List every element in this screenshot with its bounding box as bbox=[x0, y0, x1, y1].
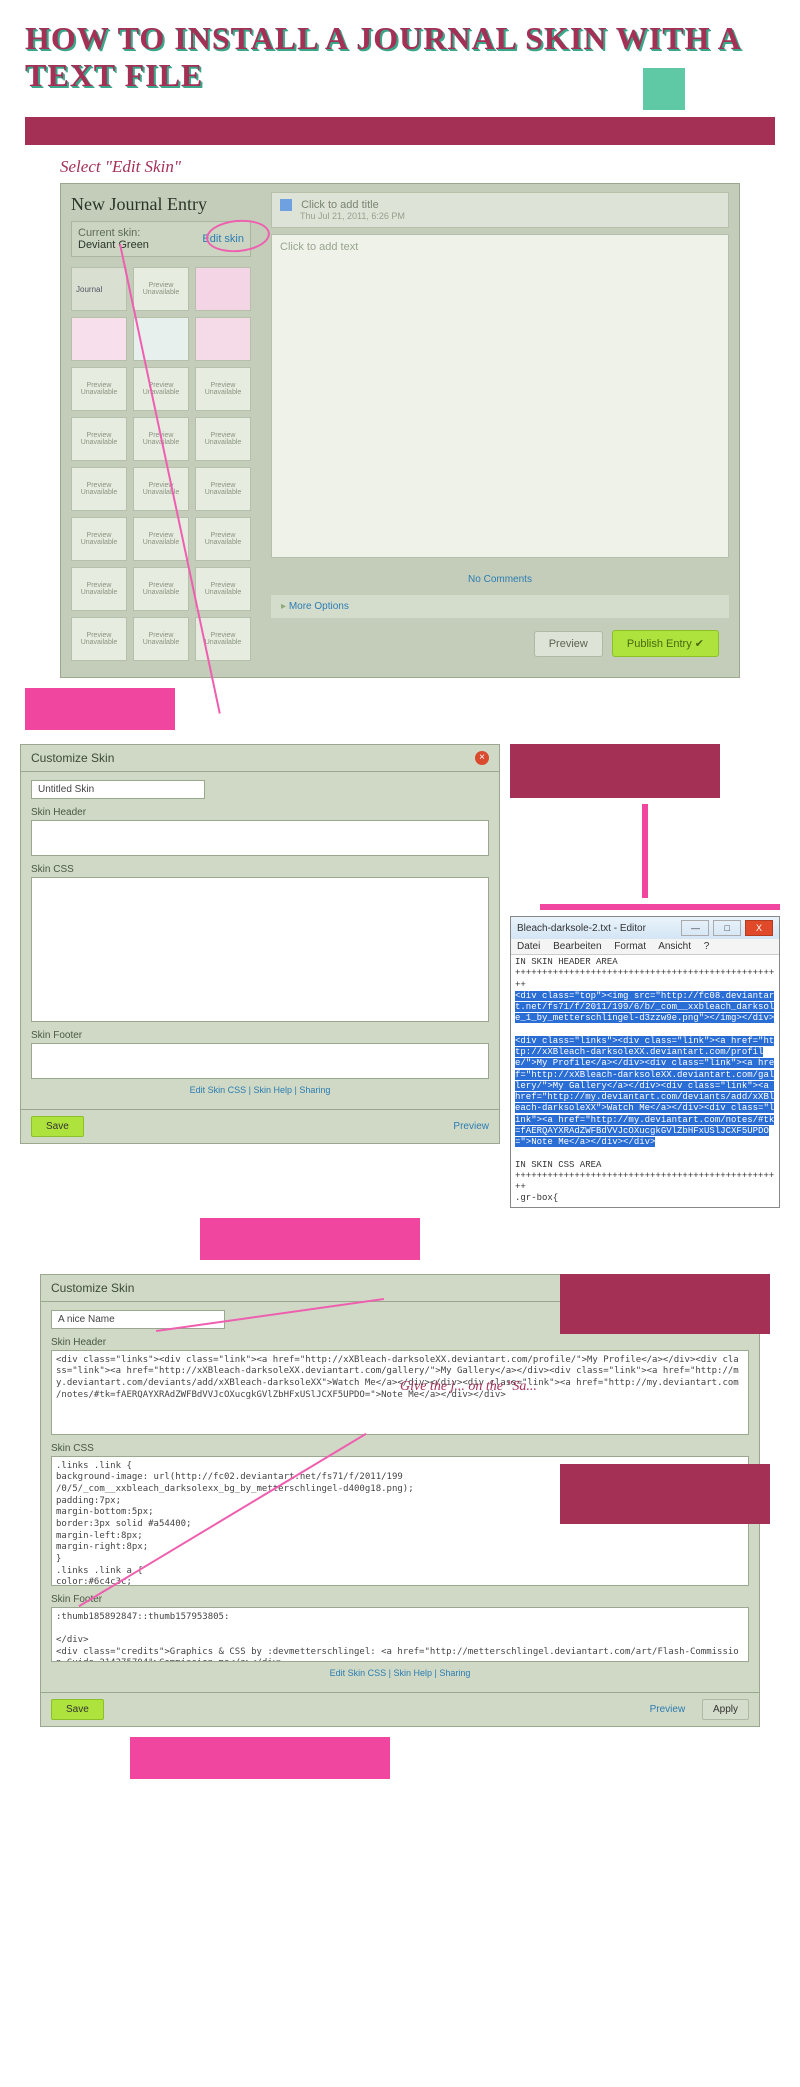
body-textarea[interactable]: Click to add text bbox=[271, 234, 729, 558]
footer-textarea[interactable] bbox=[31, 1043, 489, 1079]
skin-tile[interactable] bbox=[195, 267, 251, 311]
skin-tile[interactable]: Journal bbox=[71, 267, 127, 311]
preview-link[interactable]: Preview bbox=[453, 1121, 489, 1132]
skin-tile[interactable]: Preview Unavailable bbox=[195, 517, 251, 561]
save-button[interactable]: Save bbox=[31, 1116, 84, 1137]
notepad-body[interactable]: IN SKIN HEADER AREA ++++++++++++++++++++… bbox=[511, 955, 779, 1207]
skin-tile[interactable]: Preview Unavailable bbox=[71, 517, 127, 561]
body-placeholder: Click to add text bbox=[280, 241, 358, 253]
notepad-menu[interactable]: Datei Bearbeiten Format Ansicht ? bbox=[511, 939, 779, 955]
more-options[interactable]: More Options bbox=[271, 595, 729, 618]
menu-item[interactable]: Bearbeiten bbox=[553, 941, 601, 952]
callout-block bbox=[560, 1274, 770, 1334]
customize-title: Customize Skin bbox=[31, 751, 114, 765]
skin-grid: Journal Preview Unavailable Preview Unav… bbox=[71, 267, 251, 661]
preview-button[interactable]: Preview bbox=[534, 631, 603, 657]
no-comments: No Comments bbox=[271, 574, 729, 585]
label: Skin Header bbox=[31, 807, 489, 818]
callout-block bbox=[130, 1737, 390, 1779]
skin-tile[interactable]: Preview Unavailable bbox=[133, 367, 189, 411]
connector-line bbox=[540, 904, 780, 910]
menu-item[interactable]: Ansicht bbox=[658, 941, 691, 952]
label: Skin Footer bbox=[51, 1594, 749, 1605]
label: Skin Footer bbox=[31, 1030, 489, 1041]
skin-tile[interactable]: Preview Unavailable bbox=[195, 417, 251, 461]
skin-tile[interactable]: Preview Unavailable bbox=[71, 567, 127, 611]
customize-title: Customize Skin bbox=[51, 1281, 134, 1295]
callout-block bbox=[200, 1218, 420, 1260]
preview-link[interactable]: Preview bbox=[650, 1704, 686, 1715]
title-input[interactable]: Click to add title Thu Jul 21, 2011, 6:2… bbox=[271, 192, 729, 228]
step-1-label: Select "Edit Skin" bbox=[60, 157, 740, 177]
callout-block bbox=[25, 688, 175, 730]
journal-entry-panel: New Journal Entry Current skin: Deviant … bbox=[60, 183, 740, 678]
skin-tile[interactable]: Preview Unavailable bbox=[133, 617, 189, 661]
customize-links[interactable]: Edit Skin CSS | Skin Help | Sharing bbox=[51, 1662, 749, 1684]
selected-text: <div class="top"><img src="http://fc08.d… bbox=[515, 991, 774, 1024]
menu-item[interactable]: Format bbox=[614, 941, 646, 952]
skin-tile[interactable]: Preview Unavailable bbox=[71, 367, 127, 411]
notepad-window: Bleach-darksole-2.txt - Editor — □ X Dat… bbox=[510, 916, 780, 1208]
skin-tile[interactable]: Preview Unavailable bbox=[133, 567, 189, 611]
customize-links[interactable]: Edit Skin CSS | Skin Help | Sharing bbox=[31, 1079, 489, 1101]
customize-titlebar: Customize Skin × bbox=[20, 744, 500, 772]
close-icon[interactable]: × bbox=[475, 751, 489, 765]
maximize-icon[interactable]: □ bbox=[713, 920, 741, 936]
skin-tile[interactable]: Preview Unavailable bbox=[195, 467, 251, 511]
minimize-icon[interactable]: — bbox=[681, 920, 709, 936]
publish-button[interactable]: Publish Entry ✔ bbox=[612, 630, 719, 657]
skin-tile[interactable]: Preview Unavailable bbox=[195, 367, 251, 411]
skin-tile[interactable]: Preview Unavailable bbox=[195, 567, 251, 611]
save-button[interactable]: Save bbox=[51, 1699, 104, 1720]
connector-line bbox=[642, 804, 648, 898]
css-textarea[interactable] bbox=[31, 877, 489, 1022]
label: Skin CSS bbox=[31, 864, 489, 875]
close-icon[interactable]: X bbox=[745, 920, 773, 936]
header-textarea[interactable] bbox=[31, 820, 489, 856]
title-placeholder: Click to add title bbox=[301, 199, 379, 211]
skin-name-input[interactable]: Untitled Skin bbox=[31, 780, 205, 799]
skin-tile[interactable]: Preview Unavailable bbox=[71, 617, 127, 661]
current-skin-value: Deviant Green bbox=[78, 239, 149, 251]
callout-block bbox=[510, 744, 720, 798]
skin-tile[interactable]: Preview Unavailable bbox=[133, 467, 189, 511]
skin-tile[interactable]: Preview Unavailable bbox=[71, 417, 127, 461]
panel-heading: New Journal Entry bbox=[71, 194, 251, 215]
skin-tile[interactable]: Preview Unavailable bbox=[71, 467, 127, 511]
menu-item[interactable]: ? bbox=[704, 941, 710, 952]
skin-tile[interactable] bbox=[195, 317, 251, 361]
menu-item[interactable]: Datei bbox=[517, 941, 540, 952]
apply-button[interactable]: Apply bbox=[702, 1699, 749, 1720]
selected-text: <div class="links"><div class="link"><a … bbox=[515, 1036, 774, 1147]
journal-icon bbox=[280, 199, 292, 211]
annotation-text: Give the j... on the "Sa... bbox=[400, 1379, 537, 1395]
callout-block bbox=[560, 1464, 770, 1524]
skin-tile[interactable]: Preview Unavailable bbox=[133, 267, 189, 311]
accent-square bbox=[643, 68, 685, 110]
footer-textarea[interactable]: :thumb185892847::thumb157953805: </div> … bbox=[51, 1607, 749, 1662]
current-skin-label: Current skin: bbox=[78, 227, 149, 239]
entry-date: Thu Jul 21, 2011, 6:26 PM bbox=[300, 211, 720, 221]
skin-tile[interactable] bbox=[71, 317, 127, 361]
notepad-filename: Bleach-darksole-2.txt - Editor bbox=[517, 923, 646, 934]
intro-block bbox=[25, 117, 775, 145]
